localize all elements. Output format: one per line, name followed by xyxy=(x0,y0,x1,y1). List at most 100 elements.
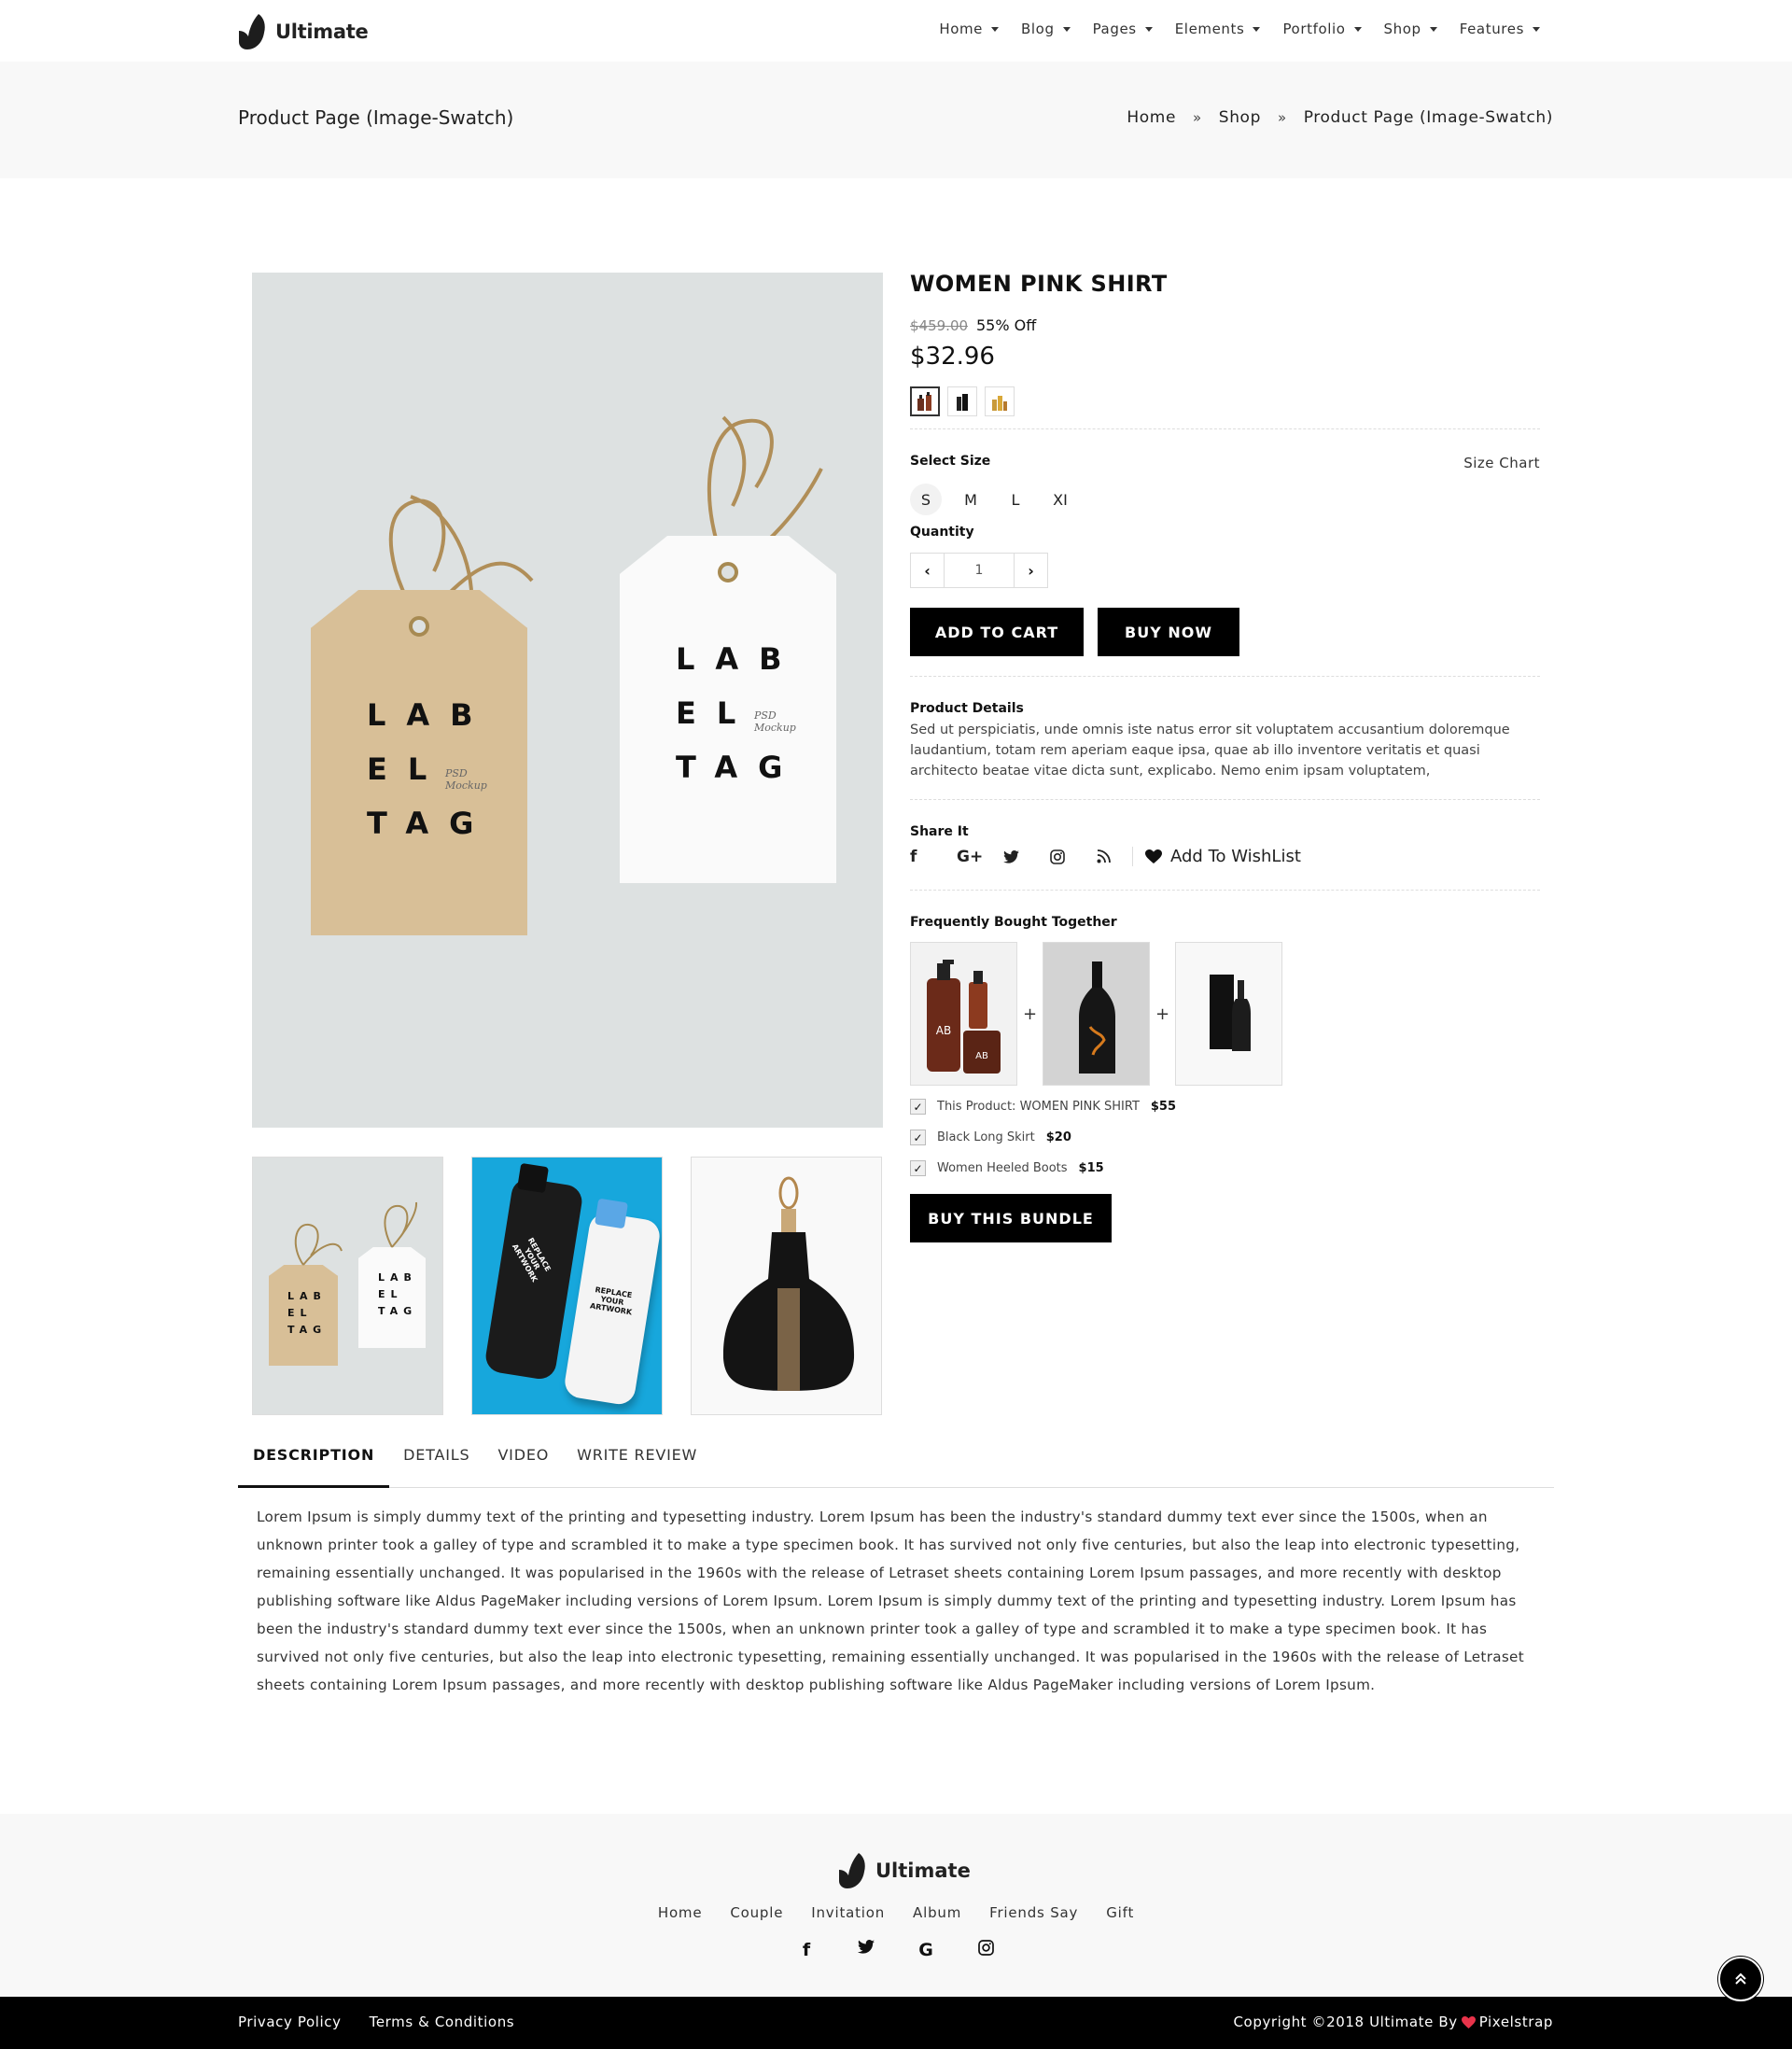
wishlist-label: Add To WishList xyxy=(1170,847,1301,866)
product-main-image[interactable]: LAB EL TAG PSD Mockup LAB EL TAG PSD Mocku… xyxy=(252,273,883,1128)
psd-mockup-label: PSD Mockup xyxy=(754,709,796,734)
size-option-xl[interactable]: XI xyxy=(1044,484,1076,515)
footer-link-invitation[interactable]: Invitation xyxy=(811,1904,885,1921)
footer-link-gift[interactable]: Gift xyxy=(1106,1904,1134,1921)
bundle-item-name: This Product: WOMEN PINK SHIRT xyxy=(937,1100,1140,1114)
nav-item-portfolio[interactable]: Portfolio xyxy=(1282,21,1362,37)
add-to-cart-button[interactable]: ADD TO CART xyxy=(910,608,1084,656)
checkbox-checked-icon[interactable]: ✓ xyxy=(910,1130,926,1145)
bundle-item-boxed-bottle[interactable] xyxy=(1175,942,1282,1086)
thumbnail-dustpan[interactable] xyxy=(691,1157,882,1415)
bundle-checkbox-row[interactable]: ✓ Black Long Skirt $20 xyxy=(910,1130,1071,1145)
bundle-item-name: Black Long Skirt xyxy=(937,1130,1035,1144)
footer-link-couple[interactable]: Couple xyxy=(730,1904,783,1921)
tab-details[interactable]: DETAILS xyxy=(389,1445,483,1488)
current-price: $32.96 xyxy=(910,343,995,371)
nav-label: Shop xyxy=(1383,21,1421,37)
facebook-icon[interactable]: f xyxy=(910,848,957,866)
bundle-checkbox-row[interactable]: ✓ Women Heeled Boots $15 xyxy=(910,1160,1104,1176)
quantity-input[interactable] xyxy=(945,554,1014,587)
main-nav: Home Blog Pages Elements Portfolio Shop … xyxy=(939,21,1540,37)
nav-item-blog[interactable]: Blog xyxy=(1021,21,1071,37)
bundle-item-black-bottle[interactable] xyxy=(1043,942,1150,1086)
nav-label: Blog xyxy=(1021,21,1055,37)
facebook-icon[interactable]: f xyxy=(795,1940,818,1960)
swatch-amber-bottles[interactable] xyxy=(910,386,940,416)
nav-item-shop[interactable]: Shop xyxy=(1384,21,1437,37)
footer: Ultimate Home Couple Invitation Album Fr… xyxy=(0,1814,1792,1997)
size-option-m[interactable]: M xyxy=(955,484,987,515)
instagram-icon[interactable] xyxy=(974,1940,997,1960)
footer-social: f G xyxy=(0,1940,1792,1960)
footer-brand-name: Ultimate xyxy=(875,1860,971,1882)
breadcrumb-home[interactable]: Home xyxy=(1127,108,1176,127)
brand-logo[interactable]: Ultimate xyxy=(238,11,369,52)
terms-link[interactable]: Terms & Conditions xyxy=(370,2014,515,2030)
privacy-policy-link[interactable]: Privacy Policy xyxy=(238,2014,342,2030)
nav-item-home[interactable]: Home xyxy=(939,21,1000,37)
copyright: Copyright ©2018 Ultimate By Pixelstrap xyxy=(1233,2014,1553,2030)
buy-bundle-button[interactable]: BUY THIS BUNDLE xyxy=(910,1194,1112,1242)
footer-link-album[interactable]: Album xyxy=(913,1904,961,1921)
quantity-decrease-button[interactable]: ‹ xyxy=(911,554,945,587)
breadcrumb-current: Product Page (Image-Swatch) xyxy=(1303,108,1553,127)
nav-item-elements[interactable]: Elements xyxy=(1175,21,1261,37)
footer-link-friends-say[interactable]: Friends Say xyxy=(989,1904,1078,1921)
bundle-item-name: Women Heeled Boots xyxy=(937,1161,1068,1175)
boxed-bottle-image xyxy=(1210,975,1251,1051)
checkbox-checked-icon[interactable]: ✓ xyxy=(910,1160,926,1176)
top-navbar: Ultimate Home Blog Pages Elements Portfo… xyxy=(0,0,1792,62)
breadcrumb-shop[interactable]: Shop xyxy=(1219,108,1261,127)
divider xyxy=(910,890,1540,891)
tab-video[interactable]: VIDEO xyxy=(483,1445,563,1488)
tab-description[interactable]: DESCRIPTION xyxy=(238,1445,390,1488)
google-plus-icon[interactable]: G+ xyxy=(957,848,1003,866)
psd-mockup-label: PSD Mockup xyxy=(445,767,487,792)
quantity-increase-button[interactable]: › xyxy=(1014,554,1047,587)
nav-label: Home xyxy=(939,21,984,37)
bottle-logo-text: AB xyxy=(975,1051,988,1061)
nav-label: Pages xyxy=(1092,21,1137,37)
tag-line: TAG xyxy=(367,806,495,841)
tab-write-review[interactable]: WRITE REVIEW xyxy=(563,1445,711,1488)
mini-twine xyxy=(294,1201,418,1266)
caret-down-icon xyxy=(1144,26,1153,32)
breadcrumb-separator: » xyxy=(1193,109,1202,126)
bundle-item-amber-set[interactable]: AB AB xyxy=(910,942,1017,1086)
brand-name: Ultimate xyxy=(275,21,369,43)
instagram-icon[interactable] xyxy=(1050,849,1097,864)
checkbox-checked-icon[interactable]: ✓ xyxy=(910,1099,926,1115)
size-option-l[interactable]: L xyxy=(1000,484,1031,515)
thumbnail-bottles[interactable]: REPLACE YOUR ARTWORK REPLACE YOUR ARTWORK xyxy=(471,1157,663,1415)
nav-item-pages[interactable]: Pages xyxy=(1093,21,1153,37)
thumbnail-label-tag[interactable]: LAB EL TAG LAB EL TAG xyxy=(252,1157,443,1415)
breadcrumb: Home » Shop » Product Page (Image-Swatch… xyxy=(1127,108,1553,127)
scroll-to-top-button[interactable] xyxy=(1718,1957,1763,2001)
google-icon[interactable]: G xyxy=(915,1940,937,1960)
image-swatches xyxy=(910,386,1015,416)
nav-label: Elements xyxy=(1174,21,1245,37)
buy-now-button[interactable]: BUY NOW xyxy=(1098,608,1239,656)
credit-link[interactable]: Pixelstrap xyxy=(1479,2014,1553,2030)
swatch-yellow-bottles[interactable] xyxy=(985,386,1015,416)
bundle-item-price: $20 xyxy=(1045,1130,1071,1144)
old-price: $459.00 xyxy=(910,317,969,334)
twitter-icon[interactable] xyxy=(1003,849,1050,863)
footer-link-home[interactable]: Home xyxy=(658,1904,703,1921)
bundle-images: AB AB + + xyxy=(910,942,1282,1086)
frequently-bought-label: Frequently Bought Together xyxy=(910,915,1117,930)
twitter-icon[interactable] xyxy=(855,1940,877,1960)
footer-logo[interactable]: Ultimate xyxy=(838,1851,971,1890)
swatch-black-bottle[interactable] xyxy=(947,386,977,416)
add-to-wishlist-link[interactable]: Add To WishList xyxy=(1132,847,1301,866)
nav-label: Features xyxy=(1459,21,1524,37)
size-chart-link[interactable]: Size Chart xyxy=(1463,455,1540,471)
size-option-s[interactable]: S xyxy=(910,484,942,515)
bundle-checkbox-row[interactable]: ✓ This Product: WOMEN PINK SHIRT $55 xyxy=(910,1099,1176,1115)
caret-down-icon xyxy=(991,26,1000,32)
mockup-text: Mockup xyxy=(445,779,487,792)
copyright-text: Copyright ©2018 Ultimate By xyxy=(1233,2014,1458,2030)
bundle-plus-sign: + xyxy=(1155,1003,1170,1024)
nav-item-features[interactable]: Features xyxy=(1460,21,1540,37)
discount-badge: 55% Off xyxy=(976,316,1037,334)
